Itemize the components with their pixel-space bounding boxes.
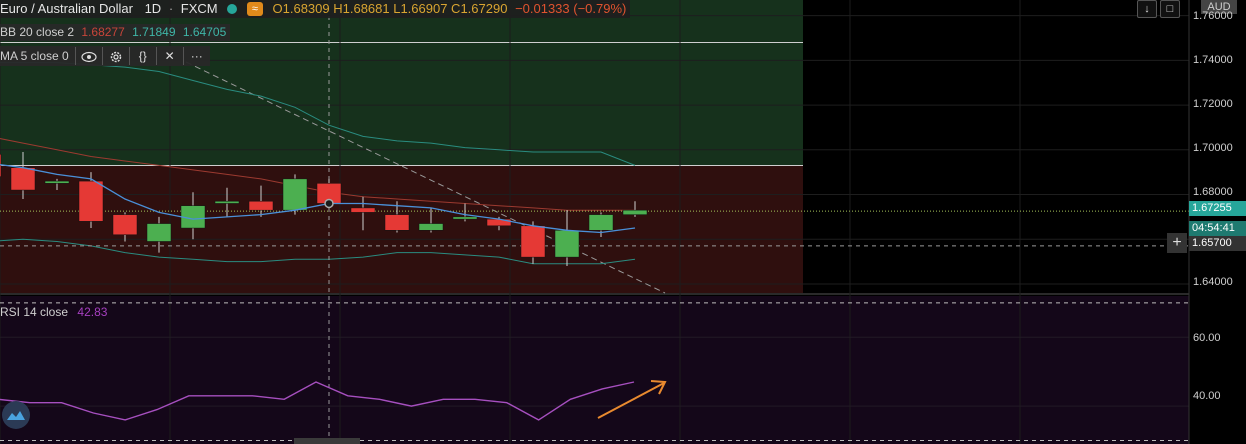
rsi-pane <box>0 296 1189 444</box>
time-scrollbar <box>294 438 360 444</box>
price-change: −0.01333 (−0.79%) <box>515 1 627 16</box>
candle-body <box>554 230 580 258</box>
bb-value-1: 1.68277 <box>81 25 125 39</box>
candle-body <box>520 225 546 258</box>
interval-label[interactable]: 1D <box>145 1 162 16</box>
braces-icon[interactable]: {} <box>128 47 156 65</box>
price-chart[interactable] <box>0 0 1246 444</box>
crosshair-plus-icon[interactable]: + <box>1167 233 1187 253</box>
candle-body <box>0 154 2 177</box>
current-price-tag: 1.67255 <box>1189 201 1246 216</box>
candle-body <box>452 216 478 220</box>
candle-body <box>282 178 308 211</box>
bb-value-3: 1.64705 <box>182 25 227 39</box>
bb-legend[interactable]: BB 20 close 2 1.68277 1.71849 1.64705 <box>0 24 231 41</box>
ma-legend[interactable]: MA 5 close 0 {} ✕ ··· <box>0 46 210 66</box>
crosshair-price-tag: 1.65700 <box>1189 236 1246 251</box>
bb-label: BB 20 close 2 <box>0 25 75 39</box>
candle-body <box>10 167 36 191</box>
fullscreen-icon[interactable]: □ <box>1160 0 1180 18</box>
candle-body <box>588 214 614 231</box>
rsi-label: RSI 14 close <box>0 305 69 319</box>
market-status-icon <box>227 3 238 14</box>
download-icon[interactable]: ↓ <box>1137 0 1157 18</box>
rsi-value: 42.83 <box>77 305 108 319</box>
candle-body <box>112 214 138 236</box>
price-tick-label: 1.76000 <box>1193 10 1233 22</box>
bb-value-2: 1.71849 <box>132 25 176 39</box>
more-icon[interactable]: ··· <box>182 47 210 65</box>
candle-body <box>622 209 648 215</box>
candle-body <box>418 223 444 231</box>
candle-body <box>44 180 70 184</box>
candle-body <box>214 200 240 204</box>
rsi-tick-label: 60.00 <box>1193 332 1221 344</box>
price-tick-label: 1.72000 <box>1193 98 1233 110</box>
ma-label: MA 5 close 0 <box>0 49 69 63</box>
crosshair-dot <box>324 198 334 209</box>
exchange-label: FXCM <box>180 1 218 16</box>
price-tick-label: 1.68000 <box>1193 186 1233 198</box>
candle-body <box>78 180 104 222</box>
wave-icon[interactable]: ≈ <box>246 1 263 16</box>
eye-icon[interactable] <box>74 47 102 65</box>
price-tick-label: 1.70000 <box>1193 142 1233 154</box>
candle-body <box>384 214 410 231</box>
rsi-tick-label: 40.00 <box>1193 390 1221 402</box>
candle-body <box>146 223 172 242</box>
close-icon[interactable]: ✕ <box>155 47 183 65</box>
price-tick-label: 1.74000 <box>1193 54 1233 66</box>
tradingview-logo[interactable] <box>2 401 30 429</box>
candle-body <box>248 200 274 211</box>
price-tick-label: 1.64000 <box>1193 276 1233 288</box>
symbol-legend[interactable]: Euro / Australian Dollar 1D · FXCM ≈ O1.… <box>0 0 631 18</box>
countdown-tag: 04:54:41 <box>1189 221 1246 236</box>
candle-body <box>350 207 376 213</box>
gear-icon[interactable] <box>101 47 129 65</box>
rsi-legend[interactable]: RSI 14 close 42.83 <box>0 304 107 320</box>
ohlc-values: O1.68309 H1.68681 L1.66907 C1.67290 <box>272 1 508 16</box>
symbol-title[interactable]: Euro / Australian Dollar <box>0 1 133 16</box>
